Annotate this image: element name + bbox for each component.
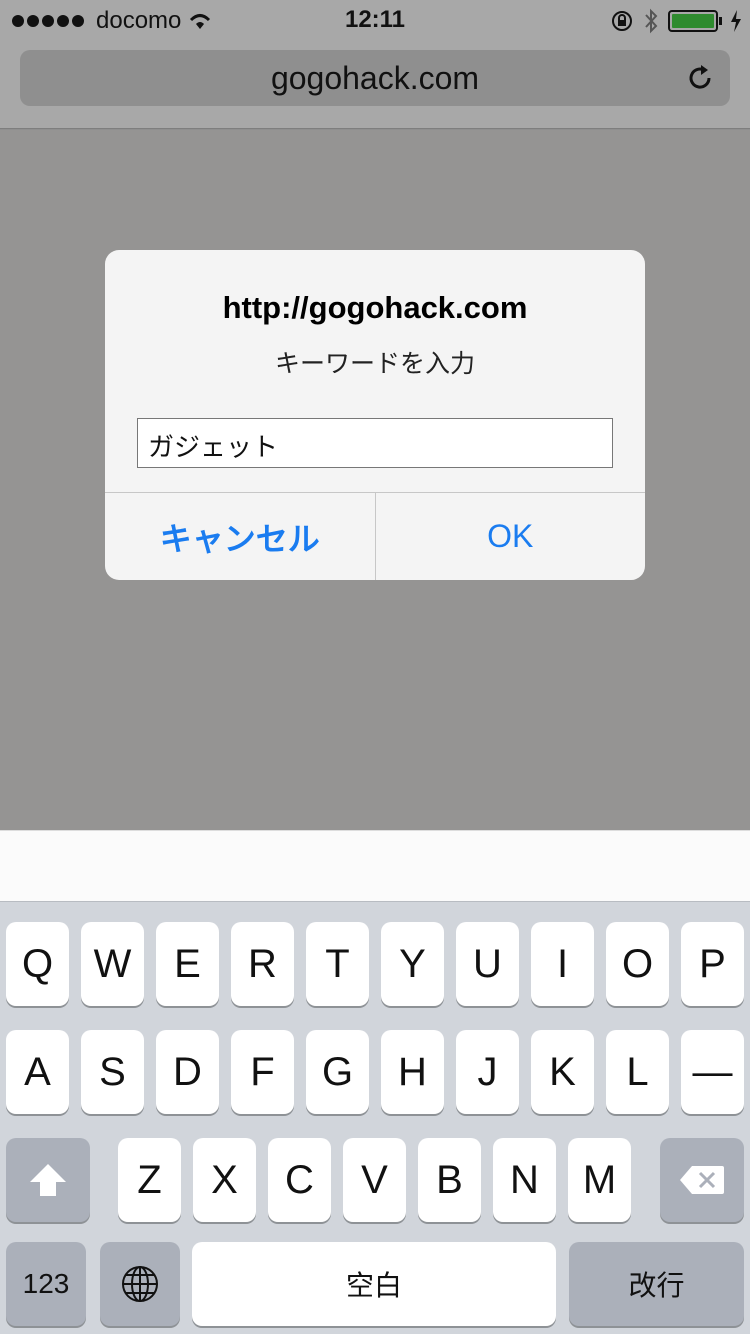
dialog-buttons: キャンセル OK [105, 492, 645, 580]
key-w[interactable]: W [81, 922, 144, 1006]
space-key[interactable]: 空白 [192, 1242, 556, 1326]
battery-icon [668, 10, 722, 32]
status-icons [610, 8, 742, 34]
shift-icon [30, 1164, 66, 1196]
globe-key[interactable] [100, 1242, 180, 1326]
numbers-key[interactable]: 123 [6, 1242, 86, 1326]
globe-icon [122, 1266, 158, 1302]
delete-key[interactable] [660, 1138, 744, 1222]
key-t[interactable]: T [306, 922, 369, 1006]
dialog-message: キーワードを入力 [274, 350, 475, 378]
key-dash[interactable]: — [681, 1030, 744, 1114]
key-g[interactable]: G [306, 1030, 369, 1114]
backspace-icon [680, 1166, 724, 1194]
key-x[interactable]: X [193, 1138, 256, 1222]
address-bar[interactable]: gogohack.com [20, 50, 730, 106]
key-h[interactable]: H [381, 1030, 444, 1114]
return-key[interactable]: 改行 [569, 1242, 744, 1326]
key-l[interactable]: L [606, 1030, 669, 1114]
key-u[interactable]: U [456, 922, 519, 1006]
charging-icon [731, 10, 741, 32]
key-d[interactable]: D [156, 1030, 219, 1114]
key-o[interactable]: O [606, 922, 669, 1006]
key-e[interactable]: E [156, 922, 219, 1006]
bluetooth-icon [645, 8, 658, 34]
key-c[interactable]: C [268, 1138, 331, 1222]
key-z[interactable]: Z [118, 1138, 181, 1222]
key-m[interactable]: M [568, 1138, 631, 1222]
dialog-title: http://gogohack.com [222, 290, 528, 325]
key-s[interactable]: S [81, 1030, 144, 1114]
prompt-dialog: http://gogohack.com キーワードを入力 ガジェット キャンセル… [105, 250, 645, 580]
key-y[interactable]: Y [381, 922, 444, 1006]
ok-button[interactable]: OK [376, 493, 646, 580]
key-n[interactable]: N [493, 1138, 556, 1222]
key-q[interactable]: Q [6, 922, 69, 1006]
reload-icon[interactable] [684, 62, 716, 94]
key-r[interactable]: R [231, 922, 294, 1006]
key-j[interactable]: J [456, 1030, 519, 1114]
keyboard: Q W E R T Y U I O P A S D F G H J K L — … [0, 902, 750, 1334]
key-a[interactable]: A [6, 1030, 69, 1114]
key-b[interactable]: B [418, 1138, 481, 1222]
key-v[interactable]: V [343, 1138, 406, 1222]
rotation-lock-icon [612, 11, 632, 31]
cancel-button[interactable]: キャンセル [105, 493, 376, 580]
key-i[interactable]: I [531, 922, 594, 1006]
browser-chrome: docomo 12:11 gogohack.com [0, 0, 750, 129]
suggestion-bar [0, 830, 750, 902]
url-text: gogohack.com [270, 60, 480, 96]
key-p[interactable]: P [681, 922, 744, 1006]
shift-key[interactable] [6, 1138, 90, 1222]
key-k[interactable]: K [531, 1030, 594, 1114]
keyword-input[interactable]: ガジェット [137, 418, 613, 468]
key-f[interactable]: F [231, 1030, 294, 1114]
status-bar: docomo 12:11 [0, 0, 750, 40]
